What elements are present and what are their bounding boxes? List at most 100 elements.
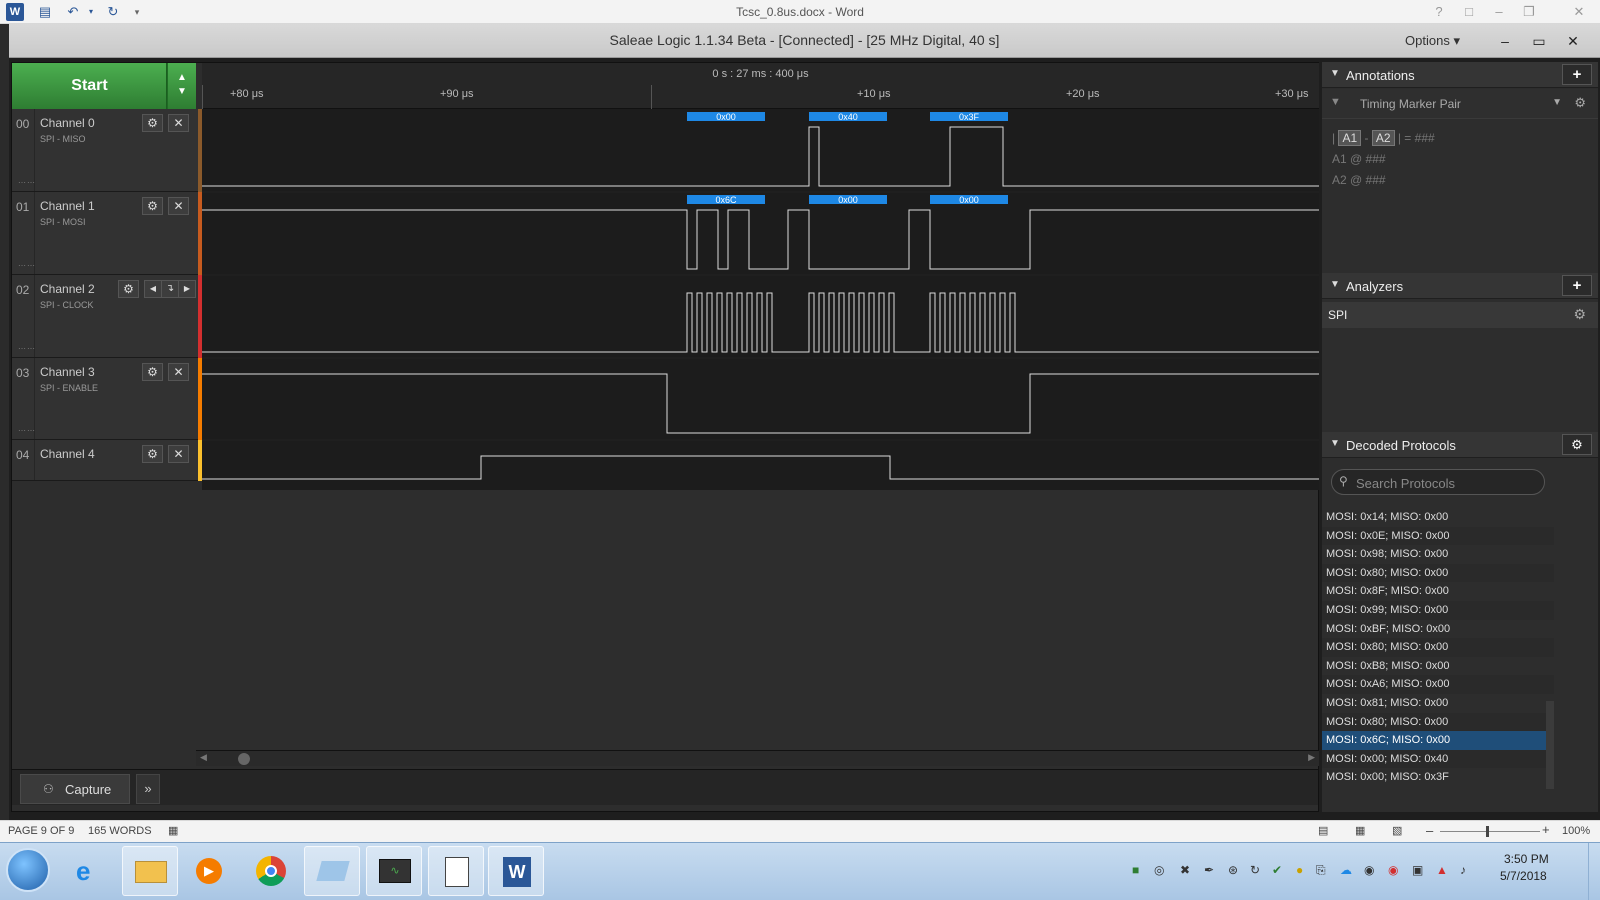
channel-remove-close-icon[interactable]: ✕ bbox=[168, 363, 189, 381]
tray-app-icon-3[interactable]: ▣ bbox=[1412, 863, 1423, 877]
channel-settings-gear-icon[interactable]: ⚙ bbox=[142, 114, 163, 132]
tray-lock-icon[interactable]: ● bbox=[1296, 863, 1303, 877]
tray-sync-icon[interactable]: ↻ bbox=[1250, 863, 1260, 877]
search-protocols-input[interactable] bbox=[1356, 474, 1536, 492]
marker-a2-box[interactable]: A2 bbox=[1371, 130, 1395, 146]
add-annotation-button[interactable]: + bbox=[1562, 64, 1592, 85]
analyzer-item-spi[interactable]: SPI ⚙ bbox=[1322, 302, 1598, 328]
scrollbar-thumb[interactable] bbox=[238, 753, 250, 765]
volume-icon[interactable]: ♪ bbox=[1460, 863, 1466, 877]
saleae-minimize-button[interactable]: – bbox=[1494, 30, 1516, 52]
tray-tool-icon[interactable]: ✖ bbox=[1180, 863, 1190, 877]
collapse-triangle-icon[interactable]: ▼ bbox=[1330, 68, 1340, 79]
decoded-protocol-item[interactable]: MOSI: 0xA6; MISO: 0x00 bbox=[1322, 675, 1554, 694]
tray-network-icon[interactable]: ◎ bbox=[1154, 863, 1164, 877]
collapse-triangle-icon[interactable]: ▼ bbox=[1330, 279, 1340, 290]
channel-name[interactable]: Channel 0 bbox=[40, 116, 95, 130]
expand-tabs-chevrons-icon[interactable]: » bbox=[136, 774, 160, 804]
decoded-protocol-item[interactable]: MOSI: 0x00; MISO: 0x3F bbox=[1322, 768, 1554, 787]
decoded-settings-gear-icon[interactable]: ⚙ bbox=[1562, 434, 1592, 455]
channel-row-0[interactable]: 00 Channel 0 SPI - MISO ⚙ ✕ ⋯⋯ bbox=[12, 109, 198, 192]
zoom-out-icon[interactable]: – bbox=[1426, 823, 1433, 838]
decoded-protocol-item[interactable]: MOSI: 0xB8; MISO: 0x00 bbox=[1322, 657, 1554, 676]
decoded-protocol-item[interactable]: MOSI: 0x6C; MISO: 0x00 bbox=[1322, 731, 1554, 750]
channel-settings-gear-icon[interactable]: ⚙ bbox=[142, 445, 163, 463]
logic-analyzer-app-icon[interactable]: ∿ bbox=[366, 846, 422, 896]
decoded-protocol-item[interactable]: MOSI: 0x14; MISO: 0x00 bbox=[1322, 508, 1554, 527]
tray-signal-icon[interactable]: ▲ bbox=[1436, 863, 1448, 877]
zoom-slider[interactable] bbox=[1440, 831, 1540, 832]
word-counter[interactable]: 165 WORDS bbox=[88, 825, 152, 837]
decoded-protocol-item[interactable]: MOSI: 0x80; MISO: 0x00 bbox=[1322, 563, 1554, 583]
channel-name[interactable]: Channel 3 bbox=[40, 365, 95, 379]
tray-app-icon-2[interactable]: ◉ bbox=[1364, 863, 1374, 877]
clock-date[interactable]: 5/7/2018 bbox=[1500, 869, 1547, 883]
annotations-header[interactable]: ▼ Annotations + bbox=[1322, 62, 1598, 88]
saleae-maximize-button[interactable]: ▭ bbox=[1528, 30, 1550, 52]
page-counter[interactable]: PAGE 9 OF 9 bbox=[8, 825, 74, 837]
channel-row-4[interactable]: 04 Channel 4 ⚙ ✕ bbox=[12, 440, 198, 481]
marker-dropdown-icon[interactable]: ▼ bbox=[1552, 97, 1562, 108]
channel-settings-gear-icon[interactable]: ⚙ bbox=[142, 363, 163, 381]
bluetooth-icon[interactable]: ⊛ bbox=[1228, 863, 1238, 877]
media-player-icon[interactable]: ▶ bbox=[182, 846, 238, 896]
decoded-protocol-item[interactable]: MOSI: 0xBF; MISO: 0x00 bbox=[1322, 620, 1554, 639]
web-layout-icon[interactable]: ▧ bbox=[1392, 824, 1402, 837]
decoded-protocol-item[interactable]: MOSI: 0x8F; MISO: 0x00 bbox=[1322, 582, 1554, 601]
tray-pen-icon[interactable]: ✒ bbox=[1204, 863, 1214, 877]
ribbon-display-icon[interactable]: □ bbox=[1456, 2, 1482, 22]
drag-handle-icon[interactable]: ⋯⋯ bbox=[18, 344, 36, 353]
channel-name[interactable]: Channel 4 bbox=[40, 447, 95, 461]
app-window-icon[interactable] bbox=[304, 846, 360, 896]
word-close-button[interactable]: ✕ bbox=[1566, 2, 1592, 22]
waveform-area[interactable]: 0x00 0x40 0x3F 0x6C 0x00 0x00 bbox=[202, 109, 1319, 490]
channel-name[interactable]: Channel 1 bbox=[40, 199, 95, 213]
tray-usb-icon[interactable]: ⎘ bbox=[1316, 863, 1326, 878]
next-edge-icon[interactable]: ▶ bbox=[178, 280, 196, 298]
channel-settings-gear-icon[interactable]: ⚙ bbox=[118, 280, 139, 298]
drag-handle-icon[interactable]: ⋯⋯ bbox=[18, 426, 36, 435]
search-protocols-box[interactable]: ⚲ bbox=[1331, 469, 1545, 495]
zoom-in-icon[interactable]: + bbox=[1542, 822, 1550, 837]
decoded-protocol-item[interactable]: MOSI: 0x81; MISO: 0x00 bbox=[1322, 694, 1554, 713]
decoded-protocol-item[interactable]: MOSI: 0x99; MISO: 0x00 bbox=[1322, 601, 1554, 620]
word-minimize-button[interactable]: – bbox=[1486, 2, 1512, 22]
analyzer-settings-gear-icon[interactable]: ⚙ bbox=[1573, 306, 1586, 323]
internet-explorer-icon[interactable]: e bbox=[62, 846, 118, 896]
add-analyzer-button[interactable]: + bbox=[1562, 275, 1592, 296]
protocols-scrollbar[interactable] bbox=[1546, 701, 1554, 789]
tray-shield-icon[interactable]: ✔ bbox=[1272, 863, 1282, 877]
drag-handle-icon[interactable]: ⋯⋯ bbox=[18, 261, 36, 270]
help-button[interactable]: ? bbox=[1426, 2, 1452, 22]
clock-time[interactable]: 3:50 PM bbox=[1504, 852, 1549, 866]
channel-remove-close-icon[interactable]: ✕ bbox=[168, 114, 189, 132]
word-maximize-button[interactable]: ❐ bbox=[1516, 2, 1542, 22]
collapse-triangle-icon[interactable]: ▼ bbox=[1330, 438, 1340, 449]
edge-type-icon[interactable]: ↴ bbox=[161, 280, 179, 298]
channel-remove-close-icon[interactable]: ✕ bbox=[168, 445, 189, 463]
scroll-left-icon[interactable]: ◀ bbox=[200, 752, 207, 763]
channel-name[interactable]: Channel 2 bbox=[40, 282, 95, 296]
channel-row-2[interactable]: 02 Channel 2 SPI - CLOCK ⚙ ◀ ↴ ▶ ⋯⋯ bbox=[12, 275, 198, 358]
decoded-protocols-list[interactable]: MOSI: 0x14; MISO: 0x00 MOSI: 0x0E; MISO: … bbox=[1322, 508, 1554, 788]
channel-remove-close-icon[interactable]: ✕ bbox=[168, 197, 189, 215]
marker-settings-gear-icon[interactable]: ⚙ bbox=[1574, 95, 1586, 111]
start-options-arrows[interactable]: ▲ ▼ bbox=[167, 63, 196, 109]
start-button[interactable]: Start bbox=[12, 63, 167, 109]
analyzers-header[interactable]: ▼ Analyzers + bbox=[1322, 273, 1598, 299]
zoom-level[interactable]: 100% bbox=[1562, 825, 1590, 837]
proofing-icon[interactable]: ▦ bbox=[168, 824, 178, 837]
channel-row-3[interactable]: 03 Channel 3 SPI - ENABLE ⚙ ✕ ⋯⋯ bbox=[12, 358, 198, 440]
channel-settings-gear-icon[interactable]: ⚙ bbox=[142, 197, 163, 215]
decoded-protocol-item[interactable]: MOSI: 0x80; MISO: 0x00 bbox=[1322, 638, 1554, 657]
saleae-close-button[interactable]: ✕ bbox=[1562, 30, 1584, 52]
chrome-icon[interactable] bbox=[244, 846, 300, 896]
marker-a1-box[interactable]: A1 bbox=[1338, 130, 1362, 146]
capture-tab[interactable]: ⚇ Capture bbox=[20, 774, 130, 804]
decoded-protocol-item[interactable]: MOSI: 0x00; MISO: 0x40 bbox=[1322, 749, 1554, 769]
decoded-protocol-item[interactable]: MOSI: 0x98; MISO: 0x00 bbox=[1322, 545, 1554, 564]
print-layout-icon[interactable]: ▦ bbox=[1355, 824, 1365, 837]
zoom-slider-thumb[interactable] bbox=[1486, 826, 1489, 837]
channel-row-1[interactable]: 01 Channel 1 SPI - MOSI ⚙ ✕ ⋯⋯ bbox=[12, 192, 198, 275]
tray-cloud-icon[interactable]: ☁ bbox=[1340, 863, 1352, 877]
